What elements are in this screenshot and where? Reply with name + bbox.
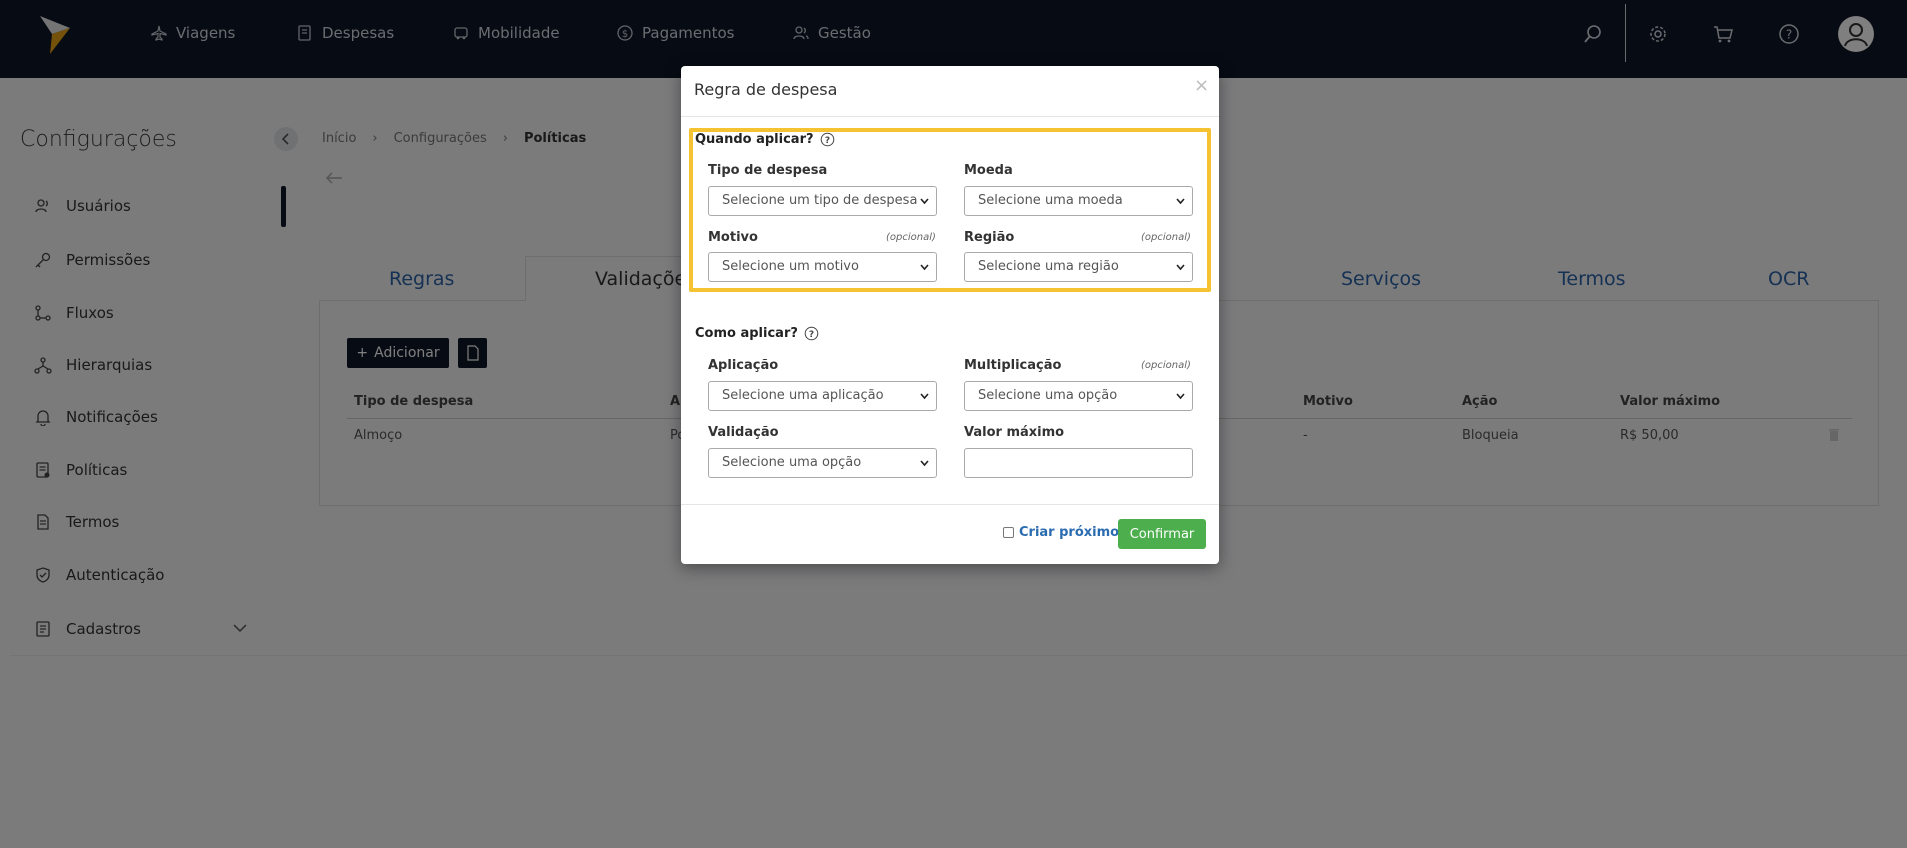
aplicacao-select[interactable]: Selecione uma aplicação xyxy=(708,381,937,411)
motivo-label: Motivo xyxy=(708,230,758,245)
multiplicacao-value: Selecione uma opção xyxy=(978,388,1118,403)
chevron-down-icon xyxy=(920,198,929,205)
aplicacao-label: Aplicação xyxy=(708,358,779,373)
multiplicacao-select[interactable]: Selecione uma opção xyxy=(964,381,1193,411)
regiao-value: Selecione uma região xyxy=(978,259,1119,274)
chevron-down-icon xyxy=(1176,393,1185,400)
help-icon[interactable]: ? xyxy=(820,132,835,147)
moeda-label: Moeda xyxy=(964,163,1013,178)
motivo-value: Selecione um motivo xyxy=(722,259,859,274)
confirm-button[interactable]: Confirmar xyxy=(1118,519,1206,549)
tipo-despesa-value: Selecione um tipo de despesa xyxy=(722,193,918,208)
regiao-label: Região xyxy=(964,230,1015,245)
chevron-down-icon xyxy=(920,264,929,271)
regiao-select[interactable]: Selecione uma região xyxy=(964,252,1193,282)
modal-title: Regra de despesa xyxy=(694,80,838,99)
close-icon[interactable]: × xyxy=(1194,75,1209,96)
validacao-select[interactable]: Selecione uma opção xyxy=(708,448,937,478)
validacao-label: Validação xyxy=(708,425,779,440)
chevron-down-icon xyxy=(920,460,929,467)
criar-proximo-label[interactable]: Criar próximo xyxy=(1019,525,1119,540)
modal-footer-divider xyxy=(681,504,1219,505)
chevron-down-icon xyxy=(1176,264,1185,271)
tipo-despesa-select[interactable]: Selecione um tipo de despesa xyxy=(708,186,937,216)
moeda-select[interactable]: Selecione uma moeda xyxy=(964,186,1193,216)
multiplicacao-label: Multiplicação xyxy=(964,358,1062,373)
svg-text:?: ? xyxy=(824,136,829,146)
motivo-optional-tag: (opcional) xyxy=(886,232,936,243)
multiplicacao-optional-tag: (opcional) xyxy=(1141,360,1191,371)
valor-maximo-label: Valor máximo xyxy=(964,425,1065,440)
svg-text:?: ? xyxy=(809,330,814,340)
moeda-value: Selecione uma moeda xyxy=(978,193,1123,208)
how-section-title: Como aplicar? ? xyxy=(695,326,819,341)
modal-header-divider xyxy=(681,116,1219,117)
aplicacao-value: Selecione uma aplicação xyxy=(722,388,884,403)
regiao-optional-tag: (opcional) xyxy=(1141,232,1191,243)
expense-rule-modal: Regra de despesa × Quando aplicar? ? Tip… xyxy=(681,66,1219,564)
motivo-select[interactable]: Selecione um motivo xyxy=(708,252,937,282)
chevron-down-icon xyxy=(1176,198,1185,205)
when-title-label: Quando aplicar? xyxy=(695,132,814,147)
validacao-value: Selecione uma opção xyxy=(722,455,862,470)
help-icon[interactable]: ? xyxy=(804,326,819,341)
valor-maximo-input[interactable] xyxy=(964,448,1193,478)
how-title-label: Como aplicar? xyxy=(695,326,798,341)
chevron-down-icon xyxy=(920,393,929,400)
when-section-title: Quando aplicar? ? xyxy=(695,132,835,147)
criar-proximo-checkbox[interactable] xyxy=(1003,527,1014,538)
tipo-despesa-label: Tipo de despesa xyxy=(708,163,828,178)
